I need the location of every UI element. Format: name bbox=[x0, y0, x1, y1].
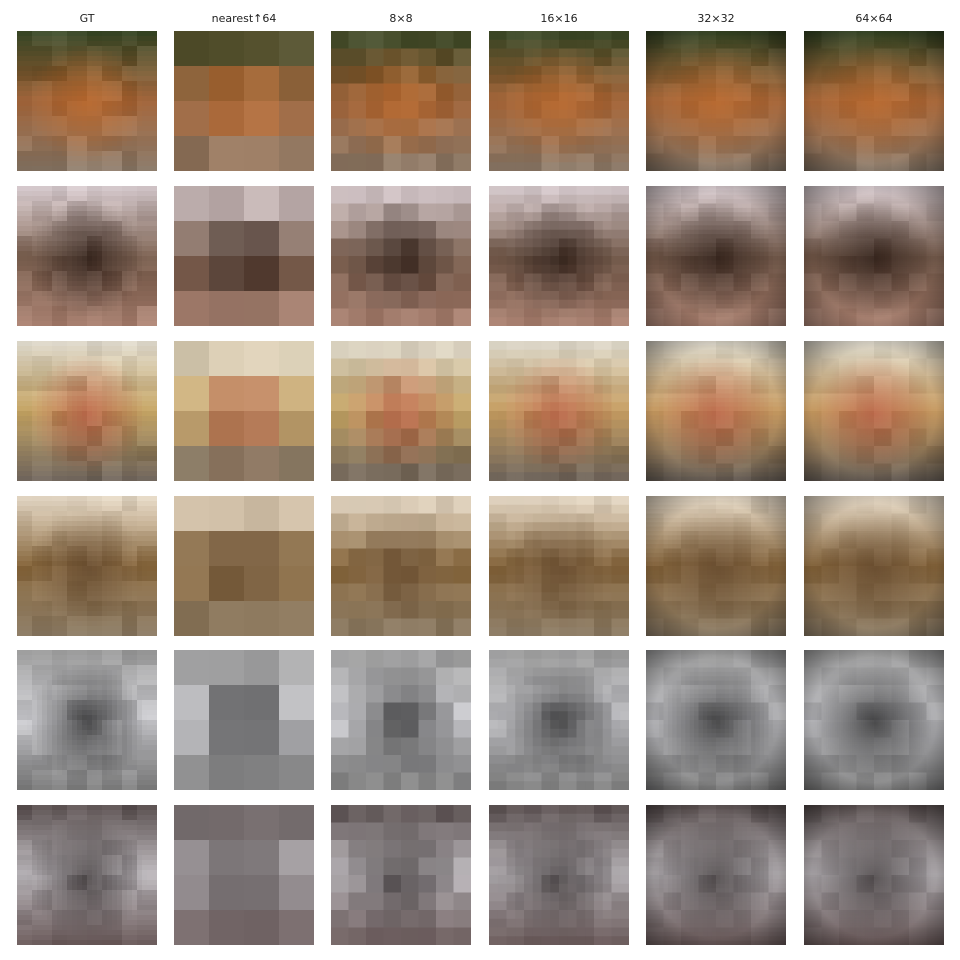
image-r32 bbox=[646, 31, 786, 171]
image-gt bbox=[17, 341, 157, 481]
image-tile-cat-r32 bbox=[646, 650, 786, 790]
image-tile-car-r64 bbox=[804, 805, 944, 945]
image-r16 bbox=[489, 341, 629, 481]
image-tile-deer-nearest bbox=[174, 31, 314, 171]
image-r32 bbox=[646, 496, 786, 636]
image-tile-truck-r16 bbox=[489, 341, 629, 481]
image-tile-deer-r64 bbox=[804, 31, 944, 171]
image-tile-frog-nearest bbox=[174, 496, 314, 636]
image-tile-frog-r16 bbox=[489, 496, 629, 636]
image-tile-truck-nearest bbox=[174, 341, 314, 481]
image-tile-horse-r64 bbox=[804, 186, 944, 326]
image-tile-car-r32 bbox=[646, 805, 786, 945]
image-tile-deer-r16 bbox=[489, 31, 629, 171]
image-tile-truck-r32 bbox=[646, 341, 786, 481]
image-tile-truck-r8 bbox=[331, 341, 471, 481]
image-r16 bbox=[489, 496, 629, 636]
image-gt bbox=[17, 805, 157, 945]
image-nearest bbox=[174, 31, 314, 171]
image-r8 bbox=[331, 186, 471, 326]
image-tile-frog-r32 bbox=[646, 496, 786, 636]
image-r16 bbox=[489, 805, 629, 945]
column-title-r32: 32×32 bbox=[646, 12, 786, 25]
image-r64 bbox=[804, 805, 944, 945]
image-tile-frog-r8 bbox=[331, 496, 471, 636]
image-tile-horse-r32 bbox=[646, 186, 786, 326]
image-r32 bbox=[646, 650, 786, 790]
image-r32 bbox=[646, 805, 786, 945]
image-r32 bbox=[646, 341, 786, 481]
image-tile-frog-r64 bbox=[804, 496, 944, 636]
image-tile-truck-r64 bbox=[804, 341, 944, 481]
image-tile-car-r8 bbox=[331, 805, 471, 945]
image-r16 bbox=[489, 186, 629, 326]
image-r8 bbox=[331, 650, 471, 790]
image-gt bbox=[17, 496, 157, 636]
image-tile-cat-nearest bbox=[174, 650, 314, 790]
image-nearest bbox=[174, 496, 314, 636]
image-gt bbox=[17, 650, 157, 790]
image-tile-horse-r16 bbox=[489, 186, 629, 326]
image-tile-frog-gt bbox=[17, 496, 157, 636]
image-tile-horse-gt bbox=[17, 186, 157, 326]
image-nearest bbox=[174, 341, 314, 481]
image-nearest bbox=[174, 186, 314, 326]
image-tile-car-gt bbox=[17, 805, 157, 945]
column-title-r16: 16×16 bbox=[489, 12, 629, 25]
column-title-nearest: nearest↑64 bbox=[174, 12, 314, 25]
image-tile-cat-r16 bbox=[489, 650, 629, 790]
image-nearest bbox=[174, 650, 314, 790]
column-title-gt: GT bbox=[17, 12, 157, 25]
image-r16 bbox=[489, 650, 629, 790]
column-title-r8: 8×8 bbox=[331, 12, 471, 25]
image-tile-horse-nearest bbox=[174, 186, 314, 326]
image-r8 bbox=[331, 496, 471, 636]
image-tile-horse-r8 bbox=[331, 186, 471, 326]
image-tile-deer-gt bbox=[17, 31, 157, 171]
image-r64 bbox=[804, 31, 944, 171]
image-r8 bbox=[331, 341, 471, 481]
image-tile-deer-r8 bbox=[331, 31, 471, 171]
image-gt bbox=[17, 31, 157, 171]
image-r8 bbox=[331, 805, 471, 945]
image-tile-cat-r64 bbox=[804, 650, 944, 790]
image-tile-deer-r32 bbox=[646, 31, 786, 171]
image-r64 bbox=[804, 650, 944, 790]
image-tile-cat-gt bbox=[17, 650, 157, 790]
image-r16 bbox=[489, 31, 629, 171]
image-r64 bbox=[804, 496, 944, 636]
image-tile-car-r16 bbox=[489, 805, 629, 945]
image-tile-car-nearest bbox=[174, 805, 314, 945]
image-r32 bbox=[646, 186, 786, 326]
image-r8 bbox=[331, 31, 471, 171]
image-tile-truck-gt bbox=[17, 341, 157, 481]
image-nearest bbox=[174, 805, 314, 945]
image-r64 bbox=[804, 341, 944, 481]
image-gt bbox=[17, 186, 157, 326]
image-r64 bbox=[804, 186, 944, 326]
column-title-r64: 64×64 bbox=[804, 12, 944, 25]
image-tile-cat-r8 bbox=[331, 650, 471, 790]
